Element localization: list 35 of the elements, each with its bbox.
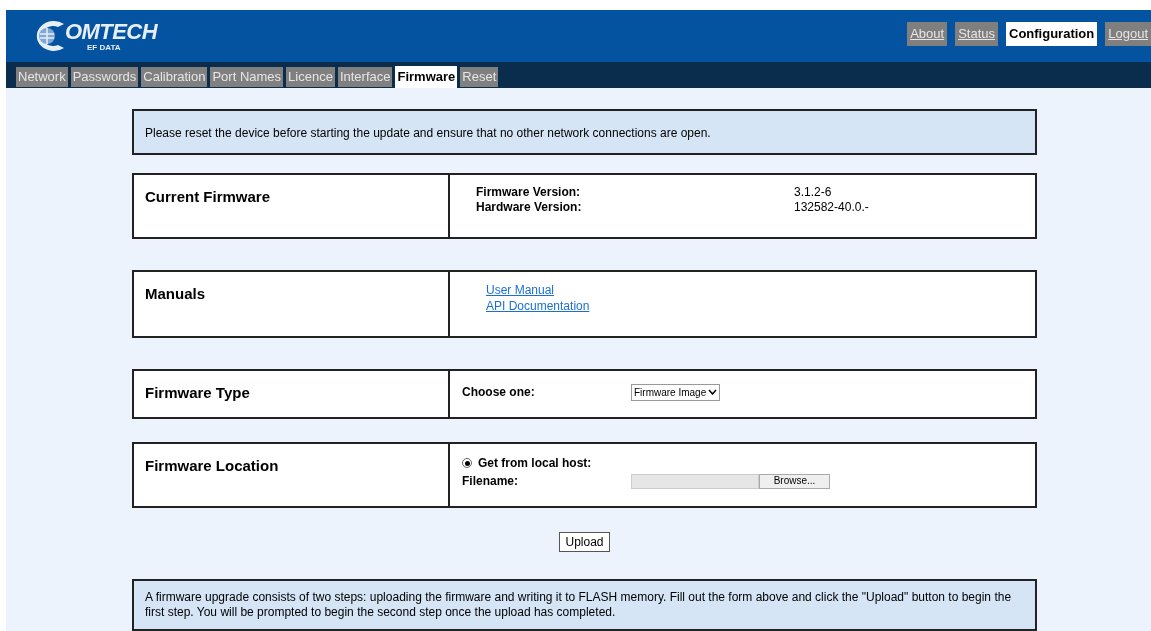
tab[interactable]: Firmware	[395, 66, 458, 88]
chevron-down-icon	[708, 389, 718, 396]
tab[interactable]: Network	[16, 67, 68, 87]
tab[interactable]: Passwords	[70, 67, 139, 87]
section-title: Current Firmware	[145, 187, 271, 205]
section-title: Firmware Type	[145, 384, 250, 402]
info-value: 3.1.2-6	[794, 184, 832, 200]
firmware-type-select[interactable]: Firmware Image	[631, 383, 721, 401]
logo-subtext: EF DATA	[87, 43, 122, 52]
tab[interactable]: Port Names	[210, 67, 284, 87]
upload-button[interactable]: Upload	[559, 532, 610, 553]
radio-button[interactable]	[462, 458, 472, 469]
info-text: A firmware upgrade consists of two steps: uploading the firmware and writing it to FLASH memory. Fill out the form above and click the "Upload" button to begin the first step. You will be prompted to begin the second step once the upload has completed.	[145, 590, 1013, 620]
info-label: Hardware Version:	[476, 199, 583, 215]
manual-link[interactable]: API Documentation	[486, 297, 590, 314]
tab[interactable]: Interface	[337, 67, 393, 87]
browse-button[interactable]: Browse...	[759, 473, 830, 489]
manual-link[interactable]: User Manual	[486, 281, 555, 298]
tab[interactable]: Licence	[286, 67, 335, 87]
tab[interactable]: Reset	[460, 67, 499, 87]
top-nav-link[interactable]: Configuration	[1006, 22, 1098, 46]
info-label: Firmware Version:	[476, 184, 582, 200]
section-title: Firmware Location	[145, 457, 279, 475]
top-nav-link[interactable]: Logout	[1105, 22, 1151, 46]
choose-label: Choose one:	[462, 384, 536, 402]
logo-text: OMTECH	[65, 20, 158, 43]
top-nav-link[interactable]: About	[907, 22, 948, 46]
notice-text: Please reset the device before starting the update and ensure that no other network connections are open.	[145, 126, 711, 140]
filename-label: Filename:	[462, 473, 519, 491]
info-value: 132582-40.0.-	[794, 199, 869, 215]
top-nav-link[interactable]: Status	[955, 22, 998, 46]
section-title: Manuals	[145, 284, 205, 302]
radio-label: Get from local host:	[478, 455, 592, 473]
filename-field[interactable]	[631, 473, 759, 489]
tab[interactable]: Calibration	[141, 67, 208, 87]
